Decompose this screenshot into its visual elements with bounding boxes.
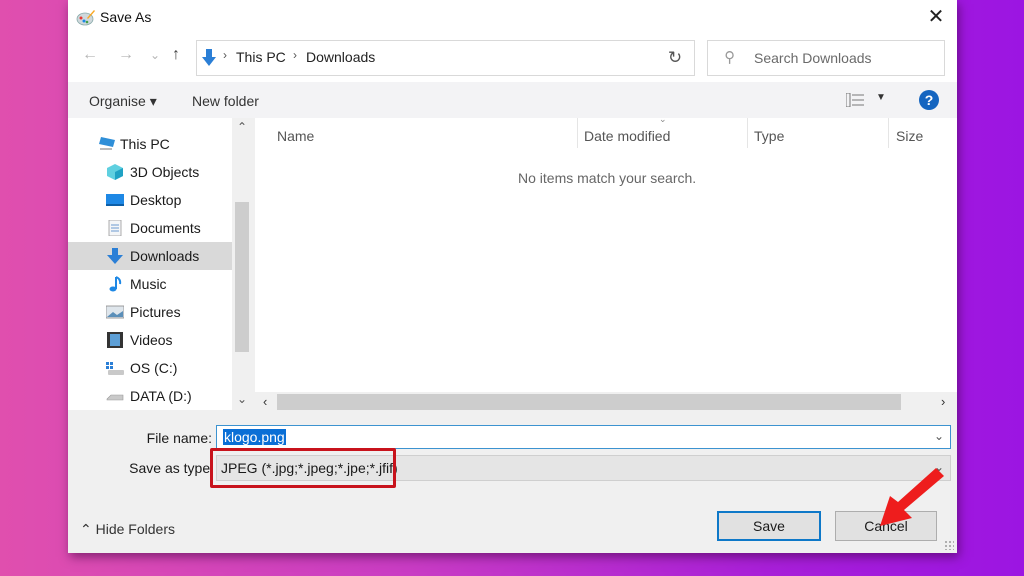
desktop-icon — [106, 194, 124, 206]
hide-folders-button[interactable]: ⌃ Hide Folders — [80, 521, 175, 538]
breadcrumb-downloads[interactable]: Downloads — [306, 49, 375, 65]
search-box[interactable]: ⚲ Search Downloads — [707, 40, 945, 76]
organise-button[interactable]: Organise ▾ — [89, 93, 157, 110]
sidebar-item-desktop[interactable]: Desktop — [68, 186, 232, 214]
sidebar-item-label: Downloads — [130, 248, 200, 264]
annotation-arrow-icon — [880, 468, 944, 526]
sort-indicator-icon: ⌄ — [659, 114, 667, 124]
search-placeholder[interactable]: Search Downloads — [754, 50, 872, 66]
breadcrumb-separator-icon: › — [293, 48, 297, 62]
drive-icon — [106, 362, 124, 375]
sidebar-item-label: Pictures — [130, 304, 181, 320]
refresh-icon: ↻ — [667, 48, 683, 67]
resize-grip-icon[interactable] — [944, 540, 954, 550]
scroll-right-icon[interactable]: › — [941, 394, 945, 409]
document-icon — [108, 220, 122, 236]
column-header-date-modified[interactable]: Date modified — [584, 128, 670, 144]
sidebar-item-videos[interactable]: Videos — [68, 326, 232, 354]
refresh-button[interactable]: ↻ — [656, 40, 695, 76]
sidebar-item-label: OS (C:) — [130, 360, 178, 376]
sidebar-item-data-d[interactable]: DATA (D:) — [68, 382, 232, 410]
command-toolbar: Organise ▾ New folder ▼ ? — [68, 82, 957, 118]
save-button[interactable]: Save — [717, 511, 821, 541]
file-name-value: klogo.png — [223, 429, 286, 445]
save-as-type-label: Save as type: — [129, 460, 214, 476]
paint-app-icon — [76, 10, 95, 26]
sidebar-item-label: 3D Objects — [130, 164, 200, 180]
view-dropdown-icon[interactable]: ▼ — [876, 92, 886, 103]
download-icon — [107, 248, 123, 264]
recent-locations-icon[interactable]: ⌄ — [150, 48, 160, 62]
sidebar-item-pictures[interactable]: Pictures — [68, 298, 232, 326]
sidebar-item-music[interactable]: Music — [68, 270, 232, 298]
column-divider[interactable] — [888, 118, 889, 148]
forward-arrow-icon[interactable]: → — [118, 46, 134, 64]
title-bar: Save As ✕ — [68, 0, 957, 36]
download-icon — [202, 49, 216, 66]
sidebar-item-label: This PC — [120, 136, 170, 152]
save-as-dialog: Save As ✕ ← → ⌄ ↑ › This PC › Downloads … — [68, 0, 957, 553]
video-icon — [107, 332, 123, 348]
column-divider[interactable] — [577, 118, 578, 148]
file-list: Name ⌄ Date modified Type Size No items … — [255, 114, 957, 392]
up-arrow-icon[interactable]: ↑ — [172, 46, 180, 64]
scrollbar-thumb[interactable] — [277, 394, 901, 410]
new-folder-button[interactable]: New folder — [192, 93, 259, 109]
sidebar-item-label: Videos — [130, 332, 173, 348]
dialog-title: Save As — [100, 9, 152, 25]
sidebar-item-documents[interactable]: Documents — [68, 214, 232, 242]
column-header-size[interactable]: Size — [896, 128, 923, 144]
chevron-down-icon[interactable]: ⌄ — [934, 429, 944, 443]
computer-icon — [99, 137, 115, 150]
navigation-pane: This PC 3D Objects Desktop Documents Dow… — [68, 118, 252, 410]
empty-message: No items match your search. — [518, 170, 697, 186]
view-details-icon[interactable] — [846, 93, 864, 107]
file-list-horizontal-scrollbar[interactable]: ‹ › — [255, 392, 957, 412]
scroll-left-icon[interactable]: ‹ — [263, 394, 267, 409]
file-name-label: File name: — [146, 430, 212, 446]
sidebar-item-this-pc[interactable]: This PC — [68, 130, 232, 158]
scrollbar-thumb[interactable] — [235, 202, 249, 352]
music-icon — [109, 276, 122, 292]
sidebar-item-downloads[interactable]: Downloads — [68, 242, 232, 270]
close-icon[interactable]: ✕ — [925, 6, 947, 28]
search-icon: ⚲ — [724, 49, 735, 66]
sidebar-item-3d-objects[interactable]: 3D Objects — [68, 158, 232, 186]
column-header-type[interactable]: Type — [754, 128, 784, 144]
column-header-name[interactable]: Name — [277, 128, 314, 144]
help-icon[interactable]: ? — [919, 90, 939, 110]
drive-icon — [106, 394, 124, 401]
address-bar[interactable]: › This PC › Downloads ⌄ — [196, 40, 765, 76]
file-name-input[interactable]: klogo.png ⌄ — [216, 425, 951, 449]
column-divider[interactable] — [747, 118, 748, 148]
cube-icon — [107, 164, 123, 180]
sidebar-item-label: Documents — [130, 220, 201, 236]
scroll-up-icon[interactable]: ⌃ — [232, 120, 252, 134]
sidebar-scrollbar[interactable]: ⌃ ⌄ — [232, 118, 252, 410]
back-arrow-icon[interactable]: ← — [82, 46, 98, 64]
scroll-down-icon[interactable]: ⌄ — [232, 392, 252, 406]
navigation-bar: ← → ⌄ ↑ › This PC › Downloads ⌄ ↻ ⚲ Sear… — [68, 36, 957, 82]
breadcrumb-this-pc[interactable]: This PC — [236, 49, 286, 65]
sidebar-item-label: DATA (D:) — [130, 388, 192, 404]
picture-icon — [106, 305, 124, 319]
sidebar-item-os-c[interactable]: OS (C:) — [68, 354, 232, 382]
sidebar-item-label: Music — [130, 276, 167, 292]
breadcrumb-separator-icon: › — [223, 48, 227, 62]
annotation-highlight-box — [210, 448, 396, 488]
sidebar-item-label: Desktop — [130, 192, 182, 208]
